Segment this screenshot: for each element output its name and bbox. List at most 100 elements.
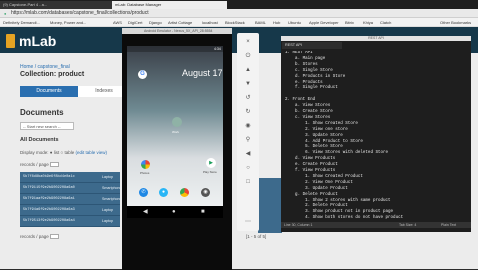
- code-line: 2. View one store: [285, 127, 348, 132]
- document-name: Smartphone: [102, 186, 122, 190]
- camera-icon[interactable]: ◉: [201, 188, 210, 197]
- tab-documents[interactable]: Documents: [20, 86, 78, 97]
- editor-title: REST API: [281, 36, 471, 41]
- more-icon[interactable]: ⋯: [244, 218, 252, 226]
- code-line: 2. View One Product: [285, 180, 353, 185]
- display-mode-label: Display mode:: [20, 150, 49, 155]
- volume-up-icon[interactable]: ▲: [244, 66, 252, 74]
- back-icon[interactable]: ◀: [244, 150, 252, 158]
- bookmark-item[interactable]: Hub: [273, 18, 280, 26]
- recents-icon[interactable]: ■: [201, 209, 205, 215]
- bookmark-item[interactable]: Apple Developer: [309, 18, 339, 26]
- power-icon[interactable]: ⏻: [244, 52, 252, 60]
- bookmark-item[interactable]: BAML: [255, 18, 266, 26]
- google-search-icon[interactable]: G: [138, 70, 147, 79]
- code-line: f. View Products: [285, 169, 336, 173]
- address-bar[interactable]: ● https://mlab.com/databases/capstone_fi…: [0, 9, 478, 18]
- document-name: Smartphone: [102, 197, 122, 201]
- lock-icon: ●: [4, 11, 7, 16]
- bookmark-item[interactable]: Money, Power and...: [50, 18, 86, 26]
- bookmark-item[interactable]: localhost: [202, 18, 218, 26]
- date-widget[interactable]: August 17: [182, 68, 223, 78]
- back-icon[interactable]: ◀: [143, 209, 148, 215]
- code-line: 4. Show both stores do not have product: [285, 216, 404, 221]
- play-store-icon[interactable]: ▶: [206, 158, 216, 168]
- display-mode-table[interactable]: table: [65, 150, 75, 155]
- bookmark-item[interactable]: Other Bookmarks: [440, 18, 471, 26]
- bookmark-item[interactable]: Definitely Demandi...: [3, 18, 40, 26]
- mlab-logo-icon: [6, 34, 15, 48]
- home-icon[interactable]: ●: [172, 209, 176, 215]
- photos-label: Photos: [140, 171, 150, 175]
- messages-icon[interactable]: ●: [159, 188, 168, 197]
- overview-icon[interactable]: □: [244, 178, 252, 186]
- records-per-page-label: records / page: [20, 162, 49, 167]
- radio-list[interactable]: ●: [50, 150, 53, 155]
- syntax-mode[interactable]: Plain Text: [441, 222, 456, 228]
- records-per-page-select[interactable]: [50, 162, 60, 168]
- phone-status-bar: [127, 46, 223, 52]
- browser-tab-active[interactable]: mLab: Database Manager: [112, 1, 227, 9]
- bookmark-item[interactable]: Django: [149, 18, 162, 26]
- phone-icon[interactable]: ✆: [139, 188, 148, 197]
- code-line: 2. Delete Product: [285, 204, 348, 209]
- search-select[interactable]: -- Start new search --: [20, 122, 74, 130]
- records-per-page-bottom: records / page: [20, 234, 60, 240]
- code-line: c. View Stores: [285, 115, 331, 120]
- url-text[interactable]: https://mlab.com/databases/capstone_fina…: [11, 9, 149, 18]
- code-line: 5. Delete Store: [285, 145, 343, 150]
- display-mode-list[interactable]: list: [54, 150, 60, 155]
- bookmark-item[interactable]: Bitrix: [345, 18, 354, 26]
- code-line: d. Products in Store: [285, 74, 346, 79]
- display-mode-row: Display mode: ● list ○ table (edit table…: [20, 150, 107, 155]
- tab-size[interactable]: Tab Size: 4: [399, 222, 416, 228]
- document-id: 5b7f8d8ba0b9e6f8bd4e0a1c: [23, 175, 75, 179]
- page-title: Collection: product: [20, 71, 85, 78]
- code-line: d. View Products: [285, 157, 336, 162]
- browser-tab[interactable]: (9) Capstone-Part 4 - a...: [0, 1, 112, 9]
- table-row[interactable]: 5b7f94a6f9e2b9002208a6a3 Laptop: [20, 205, 120, 216]
- close-icon[interactable]: ×: [244, 38, 252, 46]
- rotate-left-icon[interactable]: ↺: [244, 94, 252, 102]
- home-icon[interactable]: ○: [244, 164, 252, 172]
- radio-table[interactable]: ○: [61, 150, 64, 155]
- document-id: 5b7f9115f9e2b9002208a6a0: [23, 186, 75, 190]
- editor-body[interactable]: 1. REST API a. Main page b. Stores c. Si…: [285, 51, 469, 223]
- editor-tab[interactable]: REST API: [282, 42, 342, 49]
- zoom-icon[interactable]: ⚲: [244, 136, 252, 144]
- photos-icon[interactable]: [141, 160, 150, 169]
- volume-down-icon[interactable]: ▼: [244, 80, 252, 88]
- bookmark-item[interactable]: Artist Cottage: [168, 18, 192, 26]
- chrome-icon[interactable]: [180, 188, 189, 197]
- code-line: a. View Stores: [285, 104, 331, 109]
- document-id: 5b7f91aaf9e2b9002208a6a1: [23, 197, 75, 201]
- bookmark-item[interactable]: AWS: [113, 18, 122, 26]
- cursor-position: Line 30, Column 1: [284, 223, 313, 227]
- code-line: 3. Show product not in product page: [285, 210, 394, 215]
- code-line: 1. Show Created Store: [285, 121, 358, 126]
- code-line: 3. Update Store: [285, 133, 343, 138]
- table-row[interactable]: 5b7f9115f9e2b9002208a6a0 Smartphone: [20, 183, 122, 194]
- mlab-logo-text: mLab: [19, 33, 57, 49]
- edit-table-view-link[interactable]: (edit table view): [76, 150, 108, 155]
- camera-icon[interactable]: ◉: [244, 122, 252, 130]
- records-per-page-select[interactable]: [50, 234, 60, 240]
- bookmark-item[interactable]: Clatch: [380, 18, 391, 26]
- bookmark-item[interactable]: Khiya: [363, 18, 373, 26]
- table-row[interactable]: 5b7f8d8ba0b9e6f8bd4e0a1c Laptop: [20, 172, 120, 183]
- breadcrumb[interactable]: Home / capstone_final: [20, 64, 70, 70]
- table-row[interactable]: 5b7f9513f9e2b9002208a6a4 Laptop: [20, 216, 120, 227]
- code-line: b. Stores: [285, 62, 318, 67]
- bookmark-item[interactable]: BlockStack: [225, 18, 245, 26]
- phone-clock: 4:34: [214, 47, 221, 51]
- code-line: e. Products: [285, 80, 323, 85]
- table-row[interactable]: 5b7f91aaf9e2b9002208a6a1 Smartphone: [20, 194, 122, 205]
- records-per-page-label: records / page: [20, 234, 49, 239]
- mlab-logo[interactable]: mLab: [6, 32, 57, 50]
- code-line: 1. REST API: [285, 51, 313, 55]
- bookmark-item[interactable]: DigiCert: [128, 18, 142, 26]
- rotate-right-icon[interactable]: ↻: [244, 108, 252, 116]
- folder-icon[interactable]: [172, 117, 182, 127]
- folder-label: Work: [172, 130, 179, 134]
- bookmark-item[interactable]: Ubuntu: [288, 18, 301, 26]
